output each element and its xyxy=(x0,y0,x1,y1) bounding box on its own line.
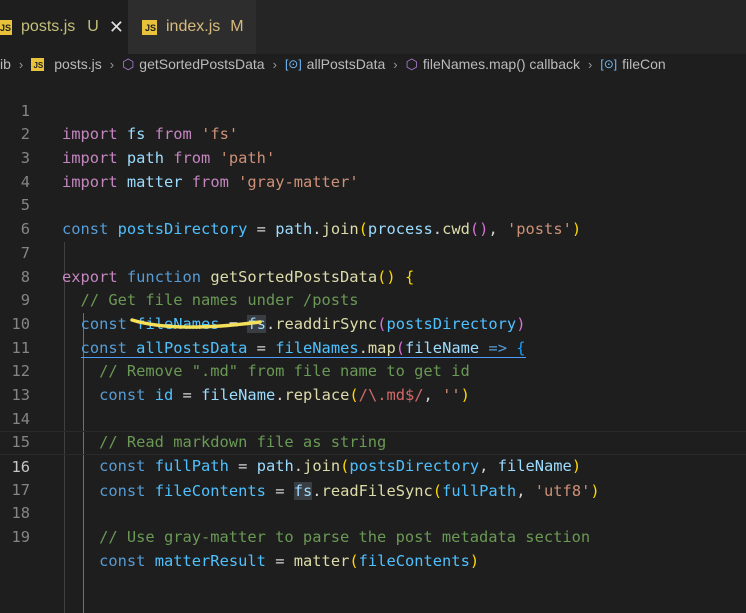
method-cube-icon: ⬡ xyxy=(122,55,135,72)
code-line: 1 import fs from 'fs' xyxy=(0,76,746,144)
code-line: 15 const fullPath = path.join(postsDirec… xyxy=(0,408,746,475)
method-cube-icon: ⬡ xyxy=(405,55,418,72)
tab-bar-empty-space xyxy=(256,0,746,54)
code-line: 17 xyxy=(0,455,746,499)
chevron-right-icon: › xyxy=(272,56,277,72)
javascript-file-icon: JS xyxy=(31,57,45,71)
code-line: 2 import path from 'path' xyxy=(0,100,746,167)
line-number: 19 xyxy=(11,528,30,547)
operator: = xyxy=(275,551,285,570)
git-status-badge: U xyxy=(87,18,99,35)
code-line: 4 xyxy=(0,147,746,191)
code-line: 11 // Remove ".md" from file name to get… xyxy=(0,313,746,381)
code-line: 14 // Read markdown file as string xyxy=(0,384,746,452)
code-line: 8 // Get file names under /posts xyxy=(0,242,746,310)
code-line: 10 const allPostsData = fileNames.map(fi… xyxy=(0,289,746,358)
breadcrumb-variable-2[interactable]: fileCon xyxy=(622,56,666,72)
breadcrumb-callback[interactable]: fileNames.map() callback xyxy=(423,56,580,72)
tab-label: index.js xyxy=(166,18,221,35)
chevron-right-icon: › xyxy=(109,56,115,72)
identifier: matterResult xyxy=(154,551,266,570)
code-line: 7 export function getSortedPostsData() { xyxy=(0,218,746,286)
javascript-file-icon: JS xyxy=(0,19,13,35)
annotation-underline-mark xyxy=(130,318,262,329)
chevron-right-icon: › xyxy=(18,56,24,72)
close-icon[interactable]: ✕ xyxy=(109,17,124,38)
tab-label: posts.js xyxy=(21,18,76,35)
chevron-right-icon: › xyxy=(393,56,398,72)
identifier: fileContents xyxy=(358,551,470,570)
chevron-right-icon: › xyxy=(588,56,593,72)
code-line: 9 const fileNames = fs.readdirSync(posts… xyxy=(0,266,746,333)
code-line-current: 16 const fileContents = fs.readFileSync(… xyxy=(0,431,746,500)
tab-index-js[interactable]: JS index.js M xyxy=(128,0,256,54)
code-line: 3 import matter from 'gray-matter' xyxy=(0,123,746,191)
breadcrumb-function[interactable]: getSortedPostsData xyxy=(139,56,264,72)
code-line: 13 xyxy=(0,360,746,404)
code-line: 6 xyxy=(0,194,746,238)
breadcrumb-variable[interactable]: allPostsData xyxy=(307,56,386,72)
code-line: 12 const id = fileName.replace(/\.md$/, … xyxy=(0,337,746,404)
tab-posts-js[interactable]: JS posts.js U ✕ xyxy=(0,0,128,54)
breadcrumb: ib › JS posts.js › ⬡ getSortedPostsData … xyxy=(0,54,746,74)
variable-icon: [⊙] xyxy=(284,57,302,71)
code-line: 18 // Use gray-matter to parse the post … xyxy=(0,479,746,546)
function-call: matter xyxy=(293,551,350,570)
tab-bar: JS posts.js U ✕ JS index.js M xyxy=(0,0,746,54)
code-line: 5 const postsDirectory = path.join(proce… xyxy=(0,171,746,238)
breadcrumb-file[interactable]: posts.js xyxy=(54,56,101,72)
code-line: 19 const matterResult = matter(fileConte… xyxy=(0,502,746,570)
variable-icon: [⊙] xyxy=(600,57,618,71)
breadcrumb-folder[interactable]: ib xyxy=(0,56,11,72)
comment: // Use gray-matter to parse the post met… xyxy=(99,528,591,547)
code-editor[interactable]: 1 import fs from 'fs' 2 import path from… xyxy=(0,76,746,613)
git-status-badge: M xyxy=(230,18,244,35)
keyword: const xyxy=(99,551,146,570)
javascript-file-icon: JS xyxy=(142,19,157,35)
